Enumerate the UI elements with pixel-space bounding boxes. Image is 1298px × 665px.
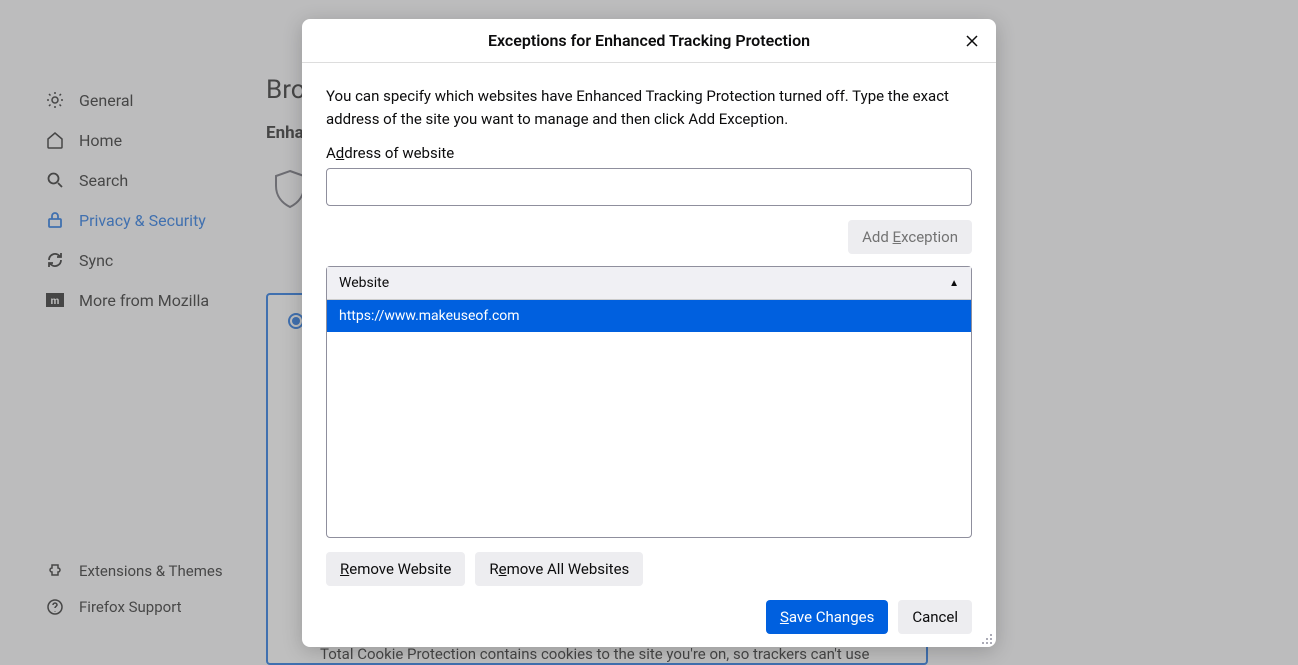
website-row[interactable]: https://www.makeuseof.com <box>327 300 971 332</box>
list-body: https://www.makeuseof.com <box>327 300 971 537</box>
dialog-header: Exceptions for Enhanced Tracking Protect… <box>302 19 996 63</box>
dialog-description: You can specify which websites have Enha… <box>326 85 972 130</box>
add-exception-button[interactable]: Add Exception <box>848 220 972 254</box>
website-list: Website ▲ https://www.makeuseof.com <box>326 266 972 538</box>
cancel-button[interactable]: Cancel <box>898 600 972 634</box>
exceptions-dialog: Exceptions for Enhanced Tracking Protect… <box>302 19 996 647</box>
address-input[interactable] <box>326 168 972 206</box>
list-header[interactable]: Website ▲ <box>327 267 971 300</box>
resize-grip[interactable] <box>980 631 994 645</box>
sort-arrow-icon: ▲ <box>949 278 959 289</box>
remove-all-button[interactable]: Remove All Websites <box>475 552 643 586</box>
close-button[interactable] <box>962 31 982 51</box>
remove-website-button[interactable]: Remove Website <box>326 552 465 586</box>
address-label: Address of website <box>326 144 972 162</box>
list-header-label: Website <box>339 275 389 291</box>
dialog-title: Exceptions for Enhanced Tracking Protect… <box>488 31 810 50</box>
dialog-body: You can specify which websites have Enha… <box>302 63 996 647</box>
save-changes-button[interactable]: Save Changes <box>766 600 888 634</box>
